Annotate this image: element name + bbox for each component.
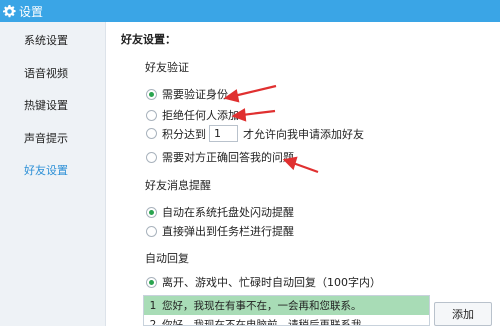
annotation-arrow	[223, 84, 319, 174]
